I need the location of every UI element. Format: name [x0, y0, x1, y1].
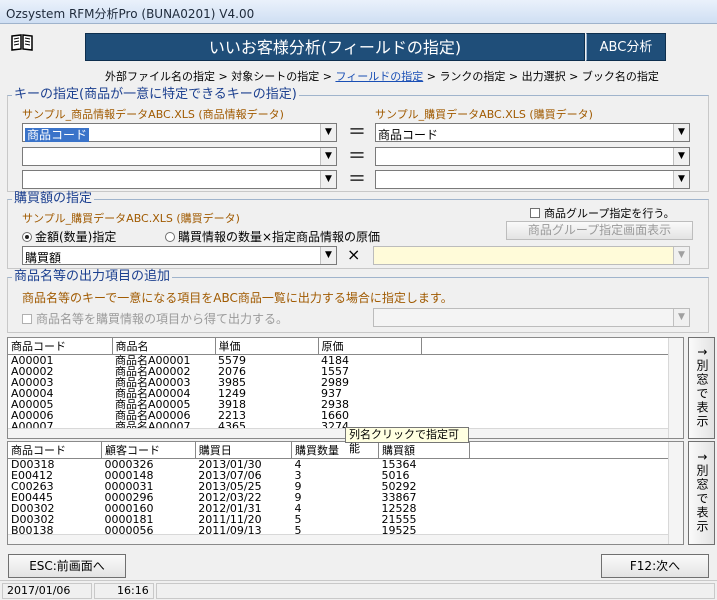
- purchase-grid[interactable]: 商品コード 顧客コード 購買日 購買数量 購買額 D00318 0000326 2013/01…: [7, 441, 684, 545]
- status-time: 16:16: [94, 583, 154, 599]
- status-date: 2017/01/06: [2, 583, 92, 599]
- step-separator: >: [505, 70, 522, 83]
- output-note: 商品名等のキーで一意になる項目をABC商品一覧に出力する場合に指定します。: [22, 291, 453, 305]
- table-cell: 4: [294, 502, 302, 515]
- key-left-source: サンプル_商品情報データABC.XLS (商品情報データ): [22, 108, 284, 121]
- page-title: いいお客様分析(フィールドの指定): [85, 33, 585, 61]
- step-4: ランクの指定: [439, 70, 506, 83]
- tooltip: 列名クリックで指定可能: [345, 427, 469, 455]
- product-grid[interactable]: 商品コード 商品名 単価 原価 A00001 商品名A00001 5579 4184 A0000…: [7, 337, 684, 439]
- radio-cost-label: 購買情報の数量×指定商品情報の原価: [178, 230, 381, 244]
- checkbox-icon[interactable]: [530, 208, 540, 218]
- step-separator: >: [565, 70, 582, 83]
- column-header[interactable]: 商品名: [112, 338, 216, 355]
- equals-sign: ＝: [348, 122, 366, 143]
- key-left-select-2[interactable]: ▼: [22, 147, 337, 166]
- column-header[interactable]: 購買数量: [291, 442, 380, 459]
- scrollbar-horizontal[interactable]: [8, 428, 668, 438]
- key-right-select-2[interactable]: ▼: [375, 147, 690, 166]
- radio-selected-icon[interactable]: [22, 232, 32, 242]
- step-1: 外部ファイル名の指定: [105, 70, 215, 83]
- status-empty: [156, 583, 715, 599]
- key-section-title: キーの指定(商品が一意に特定できるキーの指定): [12, 87, 299, 102]
- output-check-label: 商品名等を購買情報の項目から得て出力する。: [36, 312, 289, 326]
- equals-sign: ＝: [348, 169, 366, 190]
- column-header-empty: [421, 338, 681, 355]
- key-left-select-1[interactable]: 商品コード ▼: [22, 123, 337, 142]
- dropdown-arrow-icon[interactable]: ▼: [673, 309, 689, 326]
- table-cell: 9: [294, 491, 302, 504]
- equals-sign: ＝: [348, 146, 366, 167]
- key-right-value-1: 商品コード: [378, 128, 439, 142]
- amount-source: サンプル_購買データABC.XLS (購買データ): [22, 212, 240, 225]
- radio-amount-label: 金額(数量)指定: [35, 230, 117, 244]
- step-3: フィールドの指定: [335, 70, 424, 83]
- dropdown-arrow-icon[interactable]: ▼: [673, 124, 689, 141]
- column-header[interactable]: 商品コード: [8, 442, 103, 459]
- next-button[interactable]: F12:次へ: [601, 554, 709, 578]
- window-title: Ozsystem RFM分析Pro (BUNA0201) V4.00: [6, 7, 255, 21]
- checkbox-icon[interactable]: [22, 314, 32, 324]
- group-screen-button[interactable]: 商品グループ指定画面表示: [506, 221, 693, 240]
- output-check[interactable]: 商品名等を購買情報の項目から得て出力する。: [22, 310, 288, 327]
- output-section-title: 商品名等の出力項目の追加: [12, 269, 173, 284]
- group-check[interactable]: 商品グループ指定を行う。: [530, 205, 675, 221]
- column-header[interactable]: 原価: [318, 338, 422, 355]
- key-right-select-3[interactable]: ▼: [375, 170, 690, 189]
- scrollbar[interactable]: [668, 338, 683, 438]
- step-6: ブック名の指定: [581, 70, 659, 83]
- radio-cost[interactable]: 購買情報の数量×指定商品情報の原価: [165, 228, 380, 245]
- step-separator: >: [423, 70, 440, 83]
- times-sign: ×: [347, 245, 361, 264]
- output-select[interactable]: ▼: [373, 308, 690, 327]
- column-header[interactable]: 購買日: [195, 442, 293, 459]
- step-separator: >: [319, 70, 336, 83]
- key-right-source: サンプル_購買データABC.XLS (購買データ): [375, 108, 593, 121]
- scrollbar-horizontal[interactable]: [8, 534, 668, 544]
- status-bar: 2017/01/06 16:16: [0, 580, 717, 600]
- column-header[interactable]: 顧客コード: [101, 442, 196, 459]
- open-window-button-1[interactable]: ↑別窓で表示: [688, 337, 715, 439]
- group-check-label: 商品グループ指定を行う。: [544, 207, 675, 220]
- table-row[interactable]: A00003 商品名A00003 3985 2989: [8, 377, 681, 388]
- radio-icon[interactable]: [165, 232, 175, 242]
- dropdown-arrow-icon[interactable]: ▼: [320, 124, 336, 141]
- abc-analysis-tab: ABC分析: [586, 33, 666, 61]
- dropdown-arrow-icon[interactable]: ▼: [673, 148, 689, 165]
- dropdown-arrow-icon[interactable]: ▼: [320, 171, 336, 188]
- key-right-select-1[interactable]: 商品コード ▼: [375, 123, 690, 142]
- dropdown-arrow-icon[interactable]: ▼: [673, 247, 689, 264]
- table-cell: 3: [294, 469, 302, 482]
- step-separator: >: [215, 70, 232, 83]
- step-5: 出力選択: [521, 70, 566, 83]
- amount-value: 購買額: [25, 251, 62, 265]
- back-button[interactable]: ESC:前画面へ: [8, 554, 126, 578]
- amount-section-title: 購買額の指定: [12, 191, 95, 206]
- open-window-button-2[interactable]: ↑別窓で表示: [688, 441, 715, 545]
- breadcrumb: 外部ファイル名の指定 > 対象シートの指定 > フィールドの指定 > ランクの指…: [105, 68, 665, 84]
- cost-select[interactable]: ▼: [373, 246, 690, 265]
- table-cell: 5: [294, 513, 302, 526]
- key-left-value-1: 商品コード: [25, 128, 90, 142]
- column-header[interactable]: 購買額: [378, 442, 471, 459]
- step-2: 対象シートの指定: [231, 70, 320, 83]
- dropdown-arrow-icon[interactable]: ▼: [320, 148, 336, 165]
- table-cell: 9: [294, 480, 302, 493]
- dropdown-arrow-icon[interactable]: ▼: [320, 247, 336, 264]
- table-cell: 4: [294, 458, 302, 471]
- book-icon: [11, 34, 33, 51]
- amount-select[interactable]: 購買額 ▼: [22, 246, 337, 265]
- column-header-empty: [469, 442, 683, 459]
- column-header[interactable]: 商品コード: [8, 338, 113, 355]
- column-header[interactable]: 単価: [215, 338, 319, 355]
- window-titlebar: Ozsystem RFM分析Pro (BUNA0201) V4.00: [0, 0, 717, 24]
- scrollbar[interactable]: [668, 442, 683, 544]
- dropdown-arrow-icon[interactable]: ▼: [673, 171, 689, 188]
- key-left-select-3[interactable]: ▼: [22, 170, 337, 189]
- radio-amount[interactable]: 金額(数量)指定: [22, 228, 116, 245]
